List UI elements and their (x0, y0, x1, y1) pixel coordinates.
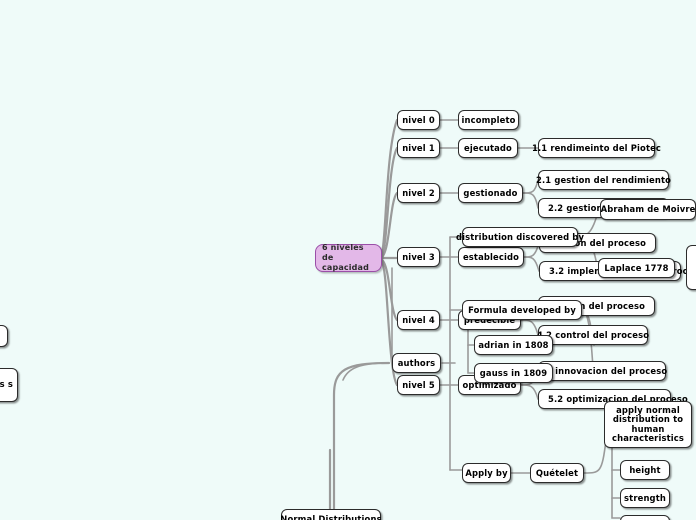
node-state-establecido[interactable]: establecido (458, 247, 524, 267)
node-authors-label: authors (397, 357, 436, 368)
node-gauss-1809-label: gauss in 1809 (479, 367, 548, 378)
node-process-5-1[interactable]: 5.1 innovacion del proceso (536, 361, 668, 381)
node-quetelet[interactable]: Quételet (530, 463, 584, 483)
node-process-1-1-label: 1.1 rendimeinto del Piotec (531, 142, 662, 153)
node-laplace-1778-label: Laplace 1778 (604, 262, 669, 273)
root-node[interactable]: 6 niveles de capacidad (315, 243, 382, 272)
node-nivel-5-label: nivel 5 (402, 379, 435, 390)
node-process-2-1-label: 2.1 gestion del rendimiento (535, 174, 672, 185)
node-formula-developed-by[interactable]: Formula developed by (462, 300, 582, 320)
node-state-ejecutado-label: ejecutado (464, 142, 512, 153)
node-right-edge-clipped[interactable] (686, 245, 696, 290)
node-state-ejecutado[interactable]: ejecutado (458, 138, 518, 158)
node-state-gestionado[interactable]: gestionado (458, 183, 523, 203)
node-nivel-3[interactable]: nivel 3 (397, 247, 440, 267)
node-nivel-1-label: nivel 1 (402, 142, 435, 153)
node-nivel-2-label: nivel 2 (402, 187, 435, 198)
node-state-gestionado-label: gestionado (463, 187, 518, 198)
node-apply-by-label: Apply by (465, 467, 508, 478)
node-nivel-0-label: nivel 0 (402, 114, 435, 125)
node-state-establecido-label: establecido (462, 251, 520, 262)
node-apply-by[interactable]: Apply by (462, 463, 511, 483)
node-state-incompleto[interactable]: incompleto (458, 110, 519, 130)
node-left-edge-clipped-bottom-label: to es s (0, 379, 13, 390)
node-process-4-2-label: 4.2 control del proceso (536, 329, 650, 340)
node-gauss-1809[interactable]: gauss in 1809 (474, 363, 553, 383)
node-nivel-1[interactable]: nivel 1 (397, 138, 440, 158)
node-adrian-1808-label: adrian in 1808 (478, 339, 549, 350)
node-left-edge-clipped-bottom[interactable]: to es s (0, 368, 18, 402)
node-normal-distributions[interactable]: Normal Distributions (280, 509, 382, 520)
node-state-incompleto-label: incompleto (461, 114, 516, 125)
node-nivel-0[interactable]: nivel 0 (397, 110, 440, 130)
node-nivel-4[interactable]: nivel 4 (397, 310, 440, 330)
root-node-label: 6 niveles de capacidad (322, 243, 369, 272)
node-nivel-2[interactable]: nivel 2 (397, 183, 440, 203)
node-characteristic-third-clipped[interactable] (620, 515, 670, 520)
node-authors[interactable]: authors (392, 353, 441, 373)
node-process-4-2[interactable]: 4.2 control del proceso (536, 325, 650, 345)
node-normal-distributions-label: Normal Distributions (280, 513, 382, 520)
node-quetelet-label: Quételet (535, 467, 579, 478)
node-characteristic-height[interactable]: height (620, 460, 670, 480)
node-adrian-1808[interactable]: adrian in 1808 (474, 335, 553, 355)
node-characteristic-strength[interactable]: strength (620, 488, 670, 508)
node-abraham-de-moivre-label: Abraham de Moivre (600, 204, 696, 214)
node-left-edge-clipped-top[interactable] (0, 325, 8, 347)
mindmap-canvas: 6 niveles de capacidad nivel 0 nivel 1 n… (0, 0, 696, 520)
node-process-5-1-label: 5.1 innovacion del proceso (536, 365, 668, 376)
node-abraham-de-moivre[interactable]: Abraham de Moivre (600, 199, 696, 220)
node-process-2-1[interactable]: 2.1 gestion del rendimiento (535, 170, 672, 190)
node-distribution-discovered-by[interactable]: distribution discovered by (456, 227, 584, 247)
node-apply-normal-distribution[interactable]: apply normal distribution to human chara… (604, 401, 692, 448)
node-characteristic-height-label: height (629, 464, 661, 475)
node-nivel-4-label: nivel 4 (402, 314, 435, 325)
node-distribution-discovered-by-label: distribution discovered by (455, 231, 585, 242)
node-characteristic-strength-label: strength (624, 492, 666, 503)
node-process-1-1[interactable]: 1.1 rendimeinto del Piotec (532, 138, 661, 158)
node-laplace-1778[interactable]: Laplace 1778 (598, 258, 675, 278)
node-apply-normal-distribution-label: apply normal distribution to human chara… (611, 404, 685, 443)
node-nivel-5[interactable]: nivel 5 (397, 375, 440, 395)
node-nivel-3-label: nivel 3 (402, 251, 435, 262)
node-formula-developed-by-label: Formula developed by (468, 304, 576, 315)
